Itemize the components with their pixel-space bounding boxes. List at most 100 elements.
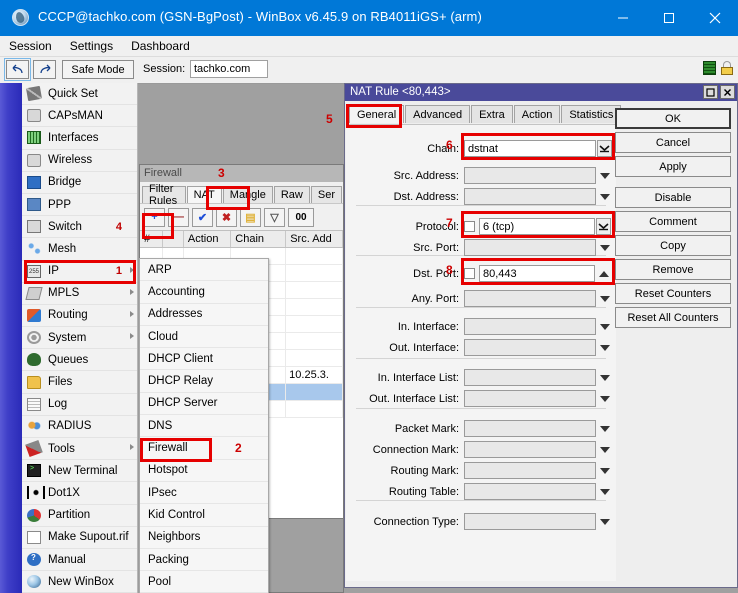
field-input-dst-address[interactable] [464,188,596,205]
chevron-down-icon[interactable] [598,420,611,437]
maximize-icon[interactable] [646,0,692,36]
column-header-src[interactable]: Src. Add [286,231,343,247]
nat-tab-extra[interactable]: Extra [471,105,513,123]
field-input-any-port[interactable] [464,290,596,307]
firewall-tab-mangle[interactable]: Mangle [223,186,273,203]
chevron-down-icon[interactable] [598,188,611,205]
field-input-src-port[interactable] [464,239,596,256]
comment-button[interactable]: ▤ [240,208,261,227]
sidebar-item-new-winbox[interactable]: New WinBox [22,571,137,593]
minimize-icon[interactable] [600,0,646,36]
sidebar-item-queues[interactable]: Queues [22,349,137,371]
remove-button[interactable]: — [168,208,189,227]
enable-button[interactable]: ✔ [192,208,213,227]
chevron-down-icon[interactable] [598,390,611,407]
ip-submenu-item-dhcp-client[interactable]: DHCP Client [140,348,268,370]
ip-submenu-item-dhcp-server[interactable]: DHCP Server [140,393,268,415]
sidebar-item-mpls[interactable]: MPLS [22,283,137,305]
session-input[interactable]: tachko.com [190,60,268,78]
ip-submenu-item-ipsec[interactable]: IPsec [140,482,268,504]
close-icon[interactable] [692,0,738,36]
ok-button[interactable]: OK [615,108,731,129]
sidebar-item-files[interactable]: Files [22,371,137,393]
firewall-tab-ser[interactable]: Ser [311,186,342,203]
menu-item-session[interactable]: Session [0,37,61,55]
menu-item-dashboard[interactable]: Dashboard [122,37,199,55]
chevron-down-icon[interactable] [598,369,611,386]
disable-button[interactable]: ✖ [216,208,237,227]
chevron-down-icon[interactable] [598,239,611,256]
field-input-in-interface-list[interactable] [464,369,596,386]
sidebar-item-system[interactable]: System [22,327,137,349]
ip-submenu-item-dns[interactable]: DNS [140,415,268,437]
disable-button[interactable]: Disable [615,187,731,208]
chevron-down-icon[interactable] [598,462,611,479]
sidebar-item-dot1x[interactable]: Dot1X [22,482,137,504]
ip-submenu-item-arp[interactable]: ARP [140,259,268,281]
apply-button[interactable]: Apply [615,156,731,177]
chevron-down-icon[interactable] [598,339,611,356]
chevron-up-icon[interactable] [597,265,610,282]
field-input-connection-type[interactable] [464,513,596,530]
sidebar-item-interfaces[interactable]: Interfaces [22,127,137,149]
ip-submenu-item-cloud[interactable]: Cloud [140,326,268,348]
chevron-down-icon[interactable] [597,140,612,157]
undo-icon[interactable] [6,60,29,79]
field-input-dst-port[interactable]: 80,443 [479,265,595,282]
copy-button[interactable]: Copy [615,235,731,256]
firewall-tab-filter-rules[interactable]: Filter Rules [142,186,186,203]
reset-counters-button[interactable]: Reset Counters [615,283,731,304]
ip-submenu-item-dhcp-relay[interactable]: DHCP Relay [140,370,268,392]
column-header-action[interactable]: Action [184,231,231,247]
sidebar-item-bridge[interactable]: Bridge [22,172,137,194]
column-header-flags[interactable] [163,231,184,247]
firewall-tab-nat[interactable]: NAT [187,186,222,203]
field-input-routing-mark[interactable] [464,462,596,479]
sidebar-item-new-terminal[interactable]: New Terminal [22,460,137,482]
ip-submenu-item-packing[interactable]: Packing [140,549,268,571]
field-checkbox-protocol[interactable] [464,221,475,232]
chevron-down-icon[interactable] [596,218,611,235]
chevron-down-icon[interactable] [598,483,611,500]
redo-icon[interactable] [33,60,56,79]
firewall-tab-raw[interactable]: Raw [274,186,310,203]
sidebar-item-mesh[interactable]: Mesh [22,238,137,260]
field-input-routing-table[interactable] [464,483,596,500]
sidebar-item-radius[interactable]: RADIUS [22,416,137,438]
sidebar-item-quick-set[interactable]: Quick Set [22,83,137,105]
sidebar-item-log[interactable]: Log [22,394,137,416]
sidebar-item-tools[interactable]: Tools [22,438,137,460]
chevron-down-icon[interactable] [598,513,611,530]
counters-button[interactable]: 00 [288,208,314,227]
nat-tab-general[interactable]: General [349,105,404,123]
add-button[interactable]: + [144,208,165,227]
ip-submenu-item-hotspot[interactable]: Hotspot [140,460,268,482]
sidebar-item-manual[interactable]: Manual [22,549,137,571]
nat-tab-action[interactable]: Action [514,105,561,123]
maximize-icon[interactable] [703,85,718,99]
ip-submenu-item-firewall[interactable]: Firewall2 [140,437,268,459]
field-input-chain[interactable]: dstnat [464,140,596,157]
sidebar-item-switch[interactable]: Switch4 [22,216,137,238]
column-header-chain[interactable]: Chain [231,231,286,247]
ip-submenu-item-addresses[interactable]: Addresses [140,304,268,326]
menu-item-settings[interactable]: Settings [61,37,122,55]
field-input-in-interface[interactable] [464,318,596,335]
nat-tab-statistics[interactable]: Statistics [561,105,621,123]
ip-submenu-item-accounting[interactable]: Accounting [140,281,268,303]
filter-button[interactable]: ▽ [264,208,285,227]
chevron-down-icon[interactable] [598,318,611,335]
sidebar-item-make-supout-rif[interactable]: Make Supout.rif [22,527,137,549]
sidebar-item-partition[interactable]: Partition [22,505,137,527]
chevron-down-icon[interactable] [598,290,611,307]
sidebar-item-ip[interactable]: 255IP1 [22,261,137,283]
column-header-num[interactable]: # [140,231,163,247]
field-checkbox-dst-port[interactable] [464,268,475,279]
chevron-down-icon[interactable] [598,167,611,184]
field-input-protocol[interactable]: 6 (tcp) [479,218,595,235]
reset-all-counters-button[interactable]: Reset All Counters [615,307,731,328]
sidebar-item-routing[interactable]: Routing [22,305,137,327]
sidebar-item-capsman[interactable]: CAPsMAN [22,105,137,127]
remove-button[interactable]: Remove [615,259,731,280]
ip-submenu-item-neighbors[interactable]: Neighbors [140,527,268,549]
